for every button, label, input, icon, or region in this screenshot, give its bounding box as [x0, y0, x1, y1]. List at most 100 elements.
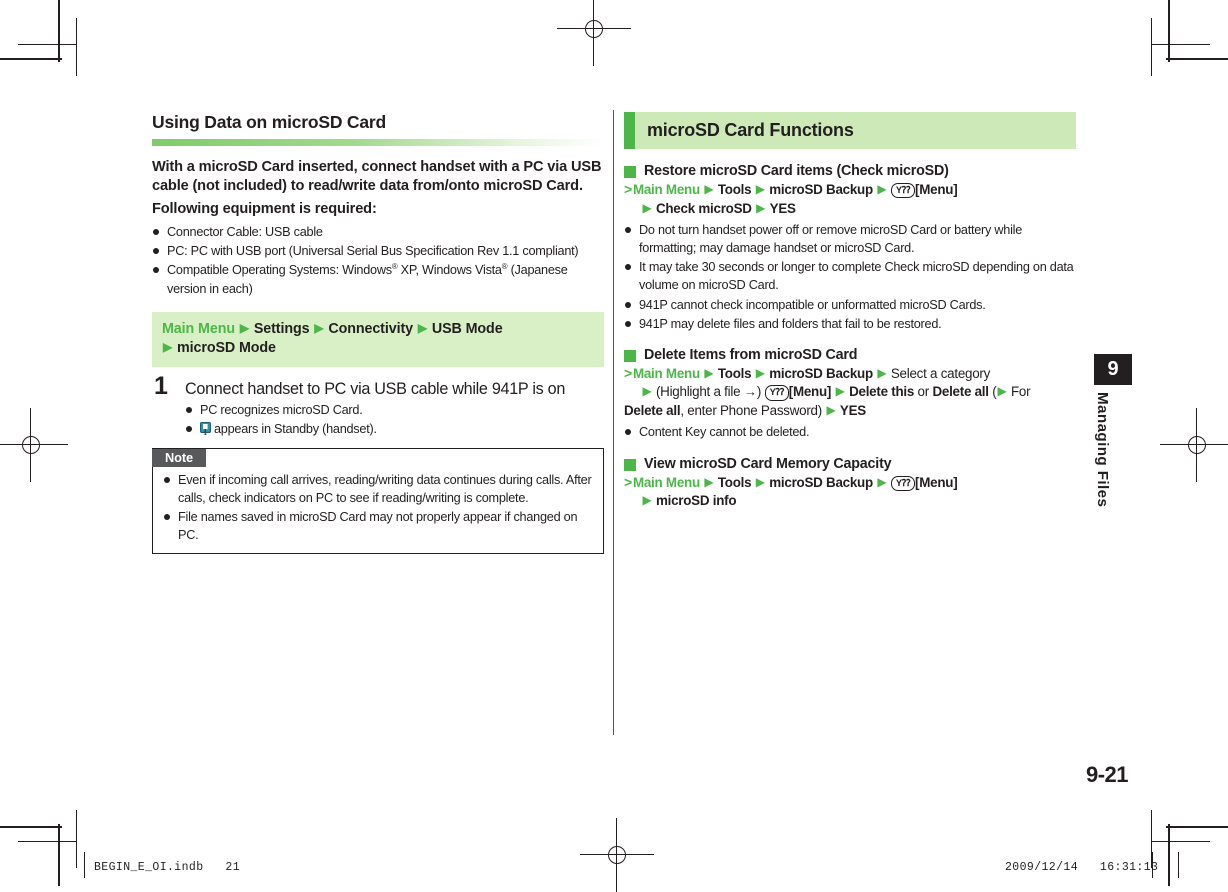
yahoo-menu-key-icon[interactable]: Y⁇ — [890, 183, 916, 199]
chevron-right-icon: ▶ — [163, 339, 173, 354]
list-item: Do not turn handset power off or remove … — [624, 221, 1076, 257]
registration-mark-right — [1160, 408, 1228, 482]
crop-mark-tl-h2 — [18, 44, 77, 45]
subsection-heading: Delete Items from microSD Card — [624, 347, 1076, 363]
menu-path-root[interactable]: Main Menu — [633, 182, 700, 197]
crop-mark-tr-h — [1166, 58, 1228, 60]
list-item: PC: PC with USB port (Universal Serial B… — [152, 242, 604, 260]
registration-mark-top — [557, 0, 631, 66]
highlight-file-hint: (Highlight a file →) — [655, 384, 762, 400]
menu-path-item[interactable]: Check microSD — [656, 201, 752, 216]
menu-path-item[interactable]: USB Mode — [432, 321, 503, 337]
procedure-step: 1 Connect handset to PC via USB cable wh… — [152, 373, 604, 439]
chevron-right-icon: ▶ — [642, 384, 652, 399]
topic-block-delete: Delete Items from microSD Card >Main Men… — [624, 347, 1076, 442]
menu-path-item[interactable]: Delete this — [849, 384, 914, 399]
subsection-heading-text: Restore microSD Card items (Check microS… — [644, 163, 949, 179]
menu-path-restore[interactable]: >Main Menu ▶ Tools ▶ microSD Backup ▶ Y⁇… — [624, 180, 1076, 218]
square-bullet-icon — [624, 349, 636, 362]
list-item: 941P cannot check incompatible or unform… — [624, 296, 1076, 314]
crop-mark-br-h2 — [1151, 841, 1210, 842]
menu-path-item[interactable]: microSD info — [656, 493, 737, 508]
menu-path-item[interactable]: YES — [770, 201, 796, 216]
crop-mark-tl-h — [0, 58, 62, 60]
topic-block-capacity: View microSD Card Memory Capacity >Main … — [624, 456, 1076, 511]
step-bullets: PC recognizes microSD Card. appears in S… — [185, 401, 604, 438]
chevron-right-icon: ▶ — [314, 320, 324, 335]
yahoo-menu-key-icon[interactable]: Y⁇ — [764, 385, 789, 401]
menu-path-item[interactable]: microSD Backup — [769, 182, 873, 197]
menu-path-item[interactable]: Delete all — [624, 403, 681, 418]
step-instruction: Connect handset to PC via USB cable whil… — [185, 379, 566, 398]
menu-path-root[interactable]: Main Menu — [162, 321, 235, 337]
crop-mark-tr-h2 — [1151, 44, 1210, 45]
registration-mark-left — [0, 408, 68, 482]
header-accent-bar — [624, 112, 635, 149]
chevron-right-icon: ▶ — [755, 474, 765, 489]
subsection-heading-text: Delete Items from microSD Card — [644, 346, 858, 363]
subsection-heading: View microSD Card Memory Capacity — [624, 456, 1076, 472]
subsection-heading-text: View microSD Card Memory Capacity — [644, 455, 892, 472]
yahoo-menu-key-icon[interactable]: Y⁇ — [890, 475, 916, 491]
menu-path-item[interactable]: Settings — [254, 321, 310, 337]
menu-path-item[interactable]: microSD Backup — [769, 475, 873, 490]
list-item: 941P may delete files and folders that f… — [624, 315, 1076, 333]
title-underline-gradient — [152, 139, 604, 146]
menu-path-item[interactable]: YES — [840, 403, 866, 418]
paren-open: ( — [992, 384, 997, 400]
list-item: Compatible Operating Systems: Windows® X… — [152, 261, 604, 298]
lead-paragraph-2: Following equipment is required: — [152, 200, 377, 217]
chapter-tab: 9 Managing Files — [1094, 354, 1132, 507]
topic-block-restore: Restore microSD Card items (Check microS… — [624, 163, 1076, 333]
os-req-mid: XP, Windows Vista — [397, 263, 502, 278]
step-bullet-text: appears in Standby (handset). — [214, 422, 377, 437]
menu-path-plain[interactable]: Select a category — [891, 366, 990, 381]
menu-path-item[interactable]: Tools — [718, 475, 752, 490]
left-column: Using Data on microSD Card With a microS… — [152, 112, 604, 555]
chevron-right-icon: ▶ — [997, 384, 1007, 399]
menu-path-item[interactable]: Tools — [718, 182, 752, 197]
menu-path-item[interactable]: microSD Backup — [769, 366, 873, 381]
list-item: It may take 30 seconds or longer to comp… — [624, 258, 1076, 294]
right-column: microSD Card Functions Restore microSD C… — [624, 112, 1076, 525]
crop-mark-bl-h — [0, 826, 62, 828]
chevron-right-icon: ▶ — [826, 402, 836, 417]
password-hint: , enter Phone Password) — [680, 402, 822, 418]
menu-path-item[interactable]: Delete all — [932, 384, 989, 399]
requirements-list: Connector Cable: USB cable PC: PC with U… — [152, 223, 604, 298]
menu-path-root[interactable]: Main Menu — [633, 475, 700, 490]
menu-path-root[interactable]: Main Menu — [633, 366, 700, 381]
menu-path-box[interactable]: Main Menu ▶ Settings ▶ Connectivity ▶ US… — [152, 311, 604, 367]
os-req-pre: Compatible Operating Systems: Windows — [167, 263, 392, 278]
menu-key-text: [Menu] — [788, 384, 832, 400]
crop-mark-tl-v2 — [76, 18, 77, 76]
menu-key-text: [Menu] — [915, 182, 958, 197]
list-item: Connector Cable: USB cable — [152, 223, 604, 241]
path-marker: > — [624, 181, 632, 197]
crop-mark-bl-v — [58, 824, 60, 886]
list-item: PC recognizes microSD Card. — [185, 401, 604, 419]
delete-bullets: Content Key cannot be deleted. — [624, 423, 1076, 441]
chevron-right-icon: ▶ — [704, 365, 714, 380]
crop-mark-bl-h2 — [18, 841, 77, 842]
chevron-right-icon: ▶ — [877, 474, 887, 489]
footer-timestamp: 2009/12/14 16:31:13 — [1005, 861, 1159, 874]
path-marker: > — [624, 364, 632, 381]
step-number: 1 — [154, 371, 168, 400]
lead-paragraph: With a microSD Card inserted, connect ha… — [152, 159, 602, 194]
footer-rule-right-2 — [1178, 852, 1179, 878]
menu-path-item[interactable]: Tools — [718, 366, 752, 381]
crop-mark-br-v — [1168, 824, 1170, 886]
menu-path-item[interactable]: microSD Mode — [177, 340, 276, 356]
menu-path-delete[interactable]: >Main Menu ▶ Tools ▶ microSD Backup ▶ Se… — [624, 364, 1076, 421]
chevron-right-icon: ▶ — [755, 182, 765, 196]
menu-path-capacity[interactable]: >Main Menu ▶ Tools ▶ microSD Backup ▶ Y⁇… — [624, 473, 1076, 511]
square-bullet-icon — [624, 458, 636, 471]
page-title: Using Data on microSD Card — [152, 112, 387, 132]
section-header-title: microSD Card Functions — [647, 120, 854, 140]
path-marker: > — [624, 473, 632, 490]
chevron-right-icon: ▶ — [704, 474, 714, 489]
menu-path-item[interactable]: Connectivity — [328, 321, 413, 337]
list-item: appears in Standby (handset). — [185, 420, 604, 438]
subsection-heading: Restore microSD Card items (Check microS… — [624, 163, 1076, 179]
